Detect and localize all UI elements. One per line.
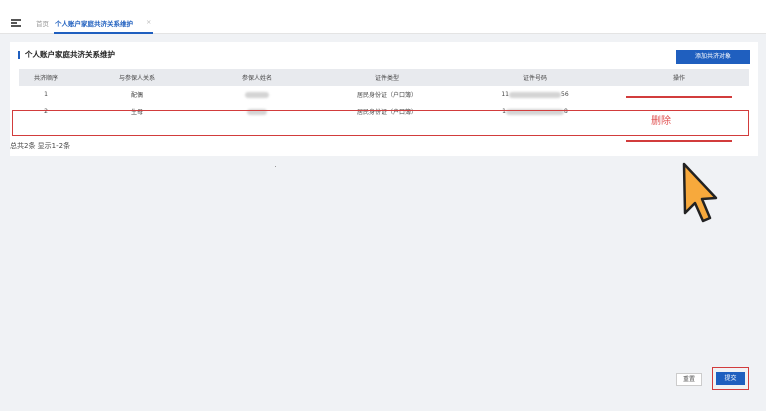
col-header-relation: 与参保人关系	[73, 69, 201, 86]
close-icon[interactable]: ×	[146, 18, 151, 26]
section-title: 个人账户家庭共济关系维护	[18, 51, 115, 59]
redacted-name	[245, 91, 269, 98]
col-header-id-type: 证件类型	[313, 69, 461, 86]
reset-button[interactable]: 重置	[676, 373, 702, 386]
col-header-action: 操作	[609, 69, 749, 86]
add-member-button[interactable]: 添加共济对象	[676, 50, 750, 64]
redacted-id	[509, 91, 561, 98]
top-bar: 首页 个人账户家庭共济关系维护 ×	[0, 0, 766, 34]
pagination-summary: 总共2条 显示1-2条	[10, 142, 71, 150]
col-header-order: 共济顺序	[19, 69, 73, 86]
pointer-cursor-icon	[682, 162, 718, 223]
id-suffix: 56	[561, 91, 569, 98]
stray-dot	[275, 166, 276, 167]
cell-id-number: 11 56	[461, 86, 609, 103]
submit-highlight-annotation: 提交	[712, 367, 749, 390]
table-header-row: 共济顺序 与参保人关系 参保人姓名 证件类型 证件号码 操作	[19, 69, 749, 86]
tab-family-relations[interactable]: 个人账户家庭共济关系维护	[55, 18, 133, 28]
col-header-id-number: 证件号码	[461, 69, 609, 86]
delete-button[interactable]: 删除	[651, 112, 671, 127]
id-prefix: 11	[501, 91, 509, 98]
menu-icon[interactable]	[11, 19, 21, 27]
cell-name	[201, 86, 313, 103]
tab-home[interactable]: 首页	[36, 18, 49, 28]
submit-button[interactable]: 提交	[716, 372, 745, 385]
col-header-name: 参保人姓名	[201, 69, 313, 86]
delete-highlight-annotation	[626, 96, 732, 142]
cell-id-type: 居民身份证（户口簿）	[356, 92, 417, 99]
cell-order: 1	[44, 91, 48, 98]
cell-relation: 配偶	[130, 92, 143, 99]
active-tab-indicator	[54, 32, 153, 34]
